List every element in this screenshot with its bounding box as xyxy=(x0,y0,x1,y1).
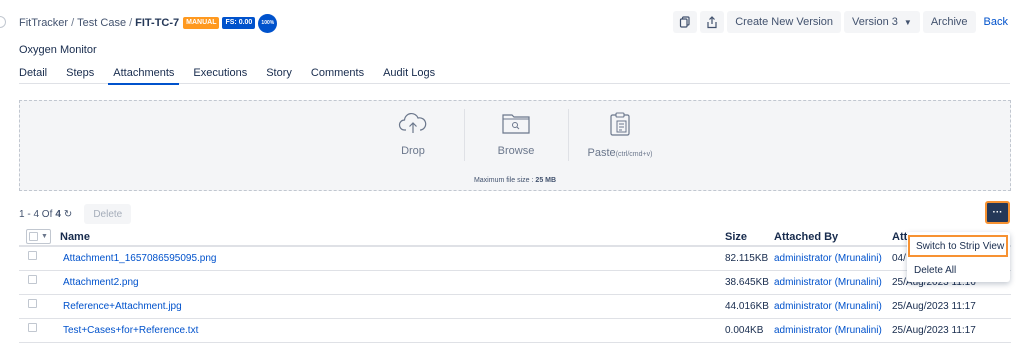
paste-label: Paste xyxy=(587,147,616,159)
progress-badge: 100% xyxy=(258,13,278,33)
share-icon xyxy=(707,15,717,28)
paste-hint: (ctrl/cmd+v) xyxy=(615,151,653,158)
attached-at: 25/Aug/2023 11:17 xyxy=(892,301,976,312)
back-link[interactable]: Back xyxy=(979,11,1013,33)
side-panel-toggle[interactable] xyxy=(0,16,6,28)
row-select-cell xyxy=(19,275,60,284)
refresh-icon[interactable]: ↻ xyxy=(64,209,72,220)
column-header-name[interactable]: Name xyxy=(60,231,725,243)
breadcrumb-separator: / xyxy=(129,17,133,29)
attachment-name-link[interactable]: Attachment2.png xyxy=(60,277,725,288)
create-new-version-button[interactable]: Create New Version xyxy=(727,11,842,33)
row-checkbox[interactable] xyxy=(28,323,37,332)
pagination-range: 1 - 4 Of xyxy=(19,208,53,220)
breadcrumb-section[interactable]: Test Case xyxy=(77,17,126,29)
breadcrumb-separator: / xyxy=(71,17,75,29)
row-select-cell xyxy=(19,299,60,308)
divider xyxy=(568,109,569,161)
tab-story[interactable]: Story xyxy=(266,64,292,84)
attached-by-link[interactable]: administrator (Mrunalini) xyxy=(774,253,892,264)
row-checkbox[interactable] xyxy=(28,251,37,260)
tab-audit-logs[interactable]: Audit Logs xyxy=(383,64,435,84)
cloud-upload-icon xyxy=(398,112,427,133)
tab-attachments[interactable]: Attachments xyxy=(108,64,180,85)
row-checkbox[interactable] xyxy=(28,299,37,308)
version-select[interactable]: Version 3 ▼ xyxy=(844,11,920,33)
paste-option[interactable]: Paste(ctrl/cmd+v) xyxy=(570,111,670,166)
row-select-cell xyxy=(19,323,60,332)
select-all-cell: ▼ xyxy=(19,229,60,244)
column-header-size[interactable]: Size xyxy=(725,231,774,243)
row-select-cell xyxy=(19,251,60,260)
max-file-size-label: Maximum file size : xyxy=(473,177,536,184)
manual-badge: MANUAL xyxy=(183,17,220,29)
test-case-key: FIT-TC-7 xyxy=(135,17,180,29)
copy-button[interactable] xyxy=(673,11,698,33)
breadcrumb: FitTracker / Test Case / FIT-TC-7 MANUAL… xyxy=(19,13,280,33)
attachments-toolbar: 1 - 4 Of 4 ↻ Delete xyxy=(19,204,132,224)
column-header-attached-by[interactable]: Attached By xyxy=(774,231,892,243)
fs-badge: FS: 0.00 xyxy=(222,17,256,29)
table-row: Reference+Attachment.jpg 44.016KB admini… xyxy=(19,295,1011,319)
archive-button[interactable]: Archive xyxy=(922,11,976,33)
max-file-size-value: 25 MB xyxy=(535,177,557,184)
header-actions: Create New Version Version 3 ▼ Archive B… xyxy=(673,11,1013,33)
attachment-size: 0.004KB xyxy=(725,325,764,336)
more-options-menu: Switch to Strip View Delete All xyxy=(907,232,1010,282)
tab-bar: Detail Steps Attachments Executions Stor… xyxy=(19,64,1010,85)
attachment-size: 44.016KB xyxy=(725,301,769,312)
upload-dropzone[interactable]: Drop Browse Paste(ctrl/cmd+v) Maximum fi… xyxy=(19,100,1011,191)
attachment-size: 82.115KB xyxy=(725,253,769,264)
copy-icon xyxy=(680,16,690,28)
clipboard-icon xyxy=(610,112,630,136)
attached-by-link[interactable]: administrator (Mrunalini) xyxy=(774,277,892,288)
folder-search-icon xyxy=(502,114,530,134)
attachment-name-link[interactable]: Attachment1_1657086595095.png xyxy=(60,253,725,264)
tab-steps[interactable]: Steps xyxy=(66,64,94,84)
more-options-button[interactable]: ··· xyxy=(985,201,1010,224)
table-header: ▼ Name Size Attached By Att xyxy=(19,228,1011,247)
row-checkbox[interactable] xyxy=(28,275,37,284)
attachment-size: 38.645KB xyxy=(725,277,769,288)
browse-label: Browse xyxy=(497,145,535,157)
drop-label: Drop xyxy=(401,145,425,157)
max-file-size: Maximum file size : 25 MB xyxy=(20,177,1010,184)
delete-all-item[interactable]: Delete All xyxy=(907,258,1010,283)
attached-at: 25/Aug/2023 11:17 xyxy=(892,325,976,336)
switch-to-strip-view-item[interactable]: Switch to Strip View xyxy=(908,235,1008,257)
total-count: 4 xyxy=(55,208,61,220)
attachment-name-link[interactable]: Reference+Attachment.jpg xyxy=(60,301,725,312)
divider xyxy=(464,109,465,161)
page-title: Oxygen Monitor xyxy=(19,44,97,56)
tab-detail[interactable]: Detail xyxy=(19,64,47,84)
browse-option[interactable]: Browse xyxy=(466,111,566,166)
tab-comments[interactable]: Comments xyxy=(311,64,364,84)
table-row: Attachment1_1657086595095.png 82.115KB a… xyxy=(19,247,1011,271)
share-button[interactable] xyxy=(700,11,725,33)
tab-executions[interactable]: Executions xyxy=(193,64,247,84)
attached-by-link[interactable]: administrator (Mrunalini) xyxy=(774,301,892,312)
delete-button[interactable]: Delete xyxy=(84,204,132,224)
select-all-checkbox[interactable]: ▼ xyxy=(26,229,51,244)
chevron-down-icon: ▼ xyxy=(903,17,912,27)
version-select-value: Version 3 xyxy=(852,16,898,28)
attachment-name-link[interactable]: Test+Cases+for+Reference.txt xyxy=(60,325,725,336)
chevron-down-icon: ▼ xyxy=(41,233,48,240)
attachments-table: ▼ Name Size Attached By Att Attachment1_… xyxy=(19,228,1011,343)
breadcrumb-project[interactable]: FitTracker xyxy=(19,17,68,29)
attached-by-link[interactable]: administrator (Mrunalini) xyxy=(774,325,892,336)
table-row: Attachment2.png 38.645KB administrator (… xyxy=(19,271,1011,295)
drop-option[interactable]: Drop xyxy=(363,111,463,166)
table-row: Test+Cases+for+Reference.txt 0.004KB adm… xyxy=(19,319,1011,343)
checkbox-box xyxy=(29,232,38,241)
